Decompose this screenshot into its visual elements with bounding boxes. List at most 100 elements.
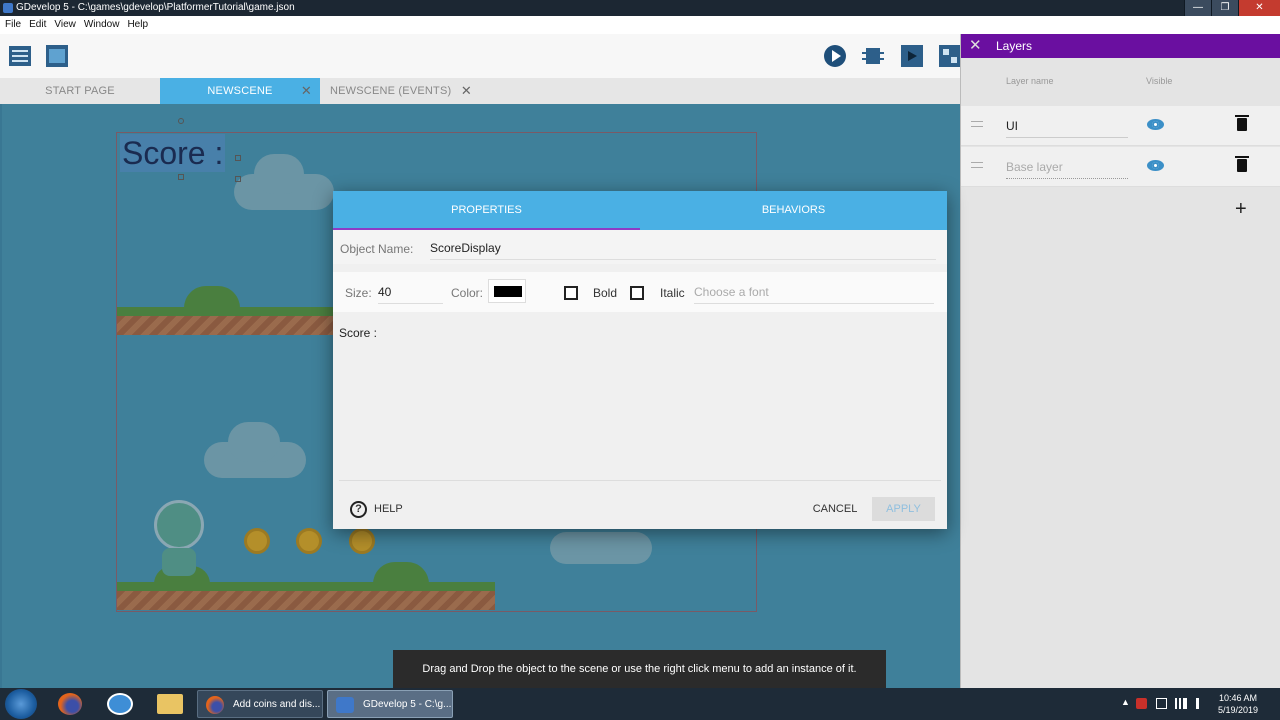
player-character[interactable] xyxy=(154,500,204,550)
system-tray: ▲ 10:46 AM 5/19/2019 xyxy=(1118,688,1280,720)
security-icon[interactable] xyxy=(1156,698,1167,709)
platform-sprite[interactable] xyxy=(117,307,335,335)
help-icon: ? xyxy=(350,500,367,518)
bold-checkbox[interactable] xyxy=(564,286,578,300)
platform-sprite[interactable] xyxy=(117,582,495,612)
volume-icon[interactable] xyxy=(1196,698,1206,709)
firefox-icon[interactable] xyxy=(58,693,82,715)
gdevelop-app-icon xyxy=(3,3,13,13)
visibility-eye-icon[interactable] xyxy=(1147,160,1164,171)
cancel-button[interactable]: CANCEL xyxy=(805,497,865,521)
hint-snackbar: Drag and Drop the object to the scene or… xyxy=(393,650,886,688)
layer-name-field[interactable]: Base layer xyxy=(1006,155,1128,179)
layers-panel-title: Layers xyxy=(996,39,1033,53)
editor-tabs: START PAGE NEWSCENE ✕ NEWSCENE (EVENTS) … xyxy=(0,78,960,104)
italic-label: Italic xyxy=(660,286,685,300)
object-name-field[interactable]: ScoreDisplay xyxy=(430,236,936,260)
tab-start-page[interactable]: START PAGE xyxy=(0,78,160,104)
visibility-eye-icon[interactable] xyxy=(1147,119,1164,130)
layer-name-field[interactable]: UI xyxy=(1006,114,1128,138)
tab-behaviors[interactable]: BEHAVIORS xyxy=(640,191,947,230)
layer-row[interactable]: Base layer xyxy=(961,147,1280,187)
menu-view[interactable]: View xyxy=(54,16,76,34)
menu-file[interactable]: File xyxy=(5,16,21,34)
window-controls: — ❐ ✕ xyxy=(1184,0,1280,16)
menu-bar: File Edit View Window Help xyxy=(0,16,1280,34)
help-label: HELP xyxy=(374,503,403,515)
firefox-icon xyxy=(206,696,224,714)
add-layer-button[interactable]: + xyxy=(1235,198,1247,221)
object-name-row: Object Name: ScoreDisplay xyxy=(333,230,947,264)
dialog-tabs: PROPERTIES BEHAVIORS xyxy=(333,191,947,230)
window-title: GDevelop 5 - C:\games\gdevelop\Platforme… xyxy=(16,2,295,13)
size-field[interactable]: 40 xyxy=(378,280,443,304)
export-icon[interactable] xyxy=(900,44,924,68)
player-body xyxy=(162,548,196,576)
start-button[interactable] xyxy=(5,689,37,719)
apply-button[interactable]: APPLY xyxy=(872,497,935,521)
gdevelop-icon xyxy=(336,697,354,713)
tab-label: NEWSCENE (EVENTS) xyxy=(330,85,452,97)
coin-sprite[interactable] xyxy=(296,528,322,554)
debugger-icon[interactable] xyxy=(861,44,885,68)
coin-sprite[interactable] xyxy=(244,528,270,554)
delete-layer-icon[interactable] xyxy=(1235,115,1249,131)
italic-checkbox[interactable] xyxy=(630,286,644,300)
text-properties-row: Size: 40 Color: Bold Italic Choose a fon… xyxy=(333,272,947,312)
resize-handle[interactable] xyxy=(178,174,184,180)
coin-sprite[interactable] xyxy=(349,528,375,554)
taskbar-app-gdevelop[interactable]: GDevelop 5 - C:\g... xyxy=(327,690,453,718)
score-text-instance[interactable]: Score : xyxy=(120,134,226,172)
help-button[interactable]: ? HELP xyxy=(350,500,403,518)
cloud-sprite xyxy=(228,422,280,462)
tab-properties[interactable]: PROPERTIES xyxy=(333,191,640,230)
scene-editor-icon[interactable] xyxy=(45,44,69,68)
menu-help[interactable]: Help xyxy=(127,16,148,34)
main-toolbar xyxy=(0,34,962,78)
delete-layer-icon[interactable] xyxy=(1235,156,1249,172)
taskbar-app-label: GDevelop 5 - C:\g... xyxy=(363,699,452,710)
messenger-icon[interactable] xyxy=(107,693,133,715)
layer-name-column-header: Layer name xyxy=(1006,76,1054,86)
size-label: Size: xyxy=(345,286,372,300)
color-label: Color: xyxy=(451,286,484,300)
cloud-sprite xyxy=(254,154,304,194)
minimize-button[interactable]: — xyxy=(1184,0,1211,16)
tab-newscene-events[interactable]: NEWSCENE (EVENTS) ✕ xyxy=(320,78,480,104)
signal-icon[interactable] xyxy=(1175,698,1187,709)
taskbar-app-label: Add coins and dis... xyxy=(233,699,321,710)
drag-handle-icon[interactable] xyxy=(971,162,983,168)
tray-clock[interactable]: 10:46 AM 5/19/2019 xyxy=(1218,692,1258,716)
tray-expand-icon[interactable]: ▲ xyxy=(1121,697,1130,707)
project-manager-icon[interactable] xyxy=(8,44,32,68)
resize-handle[interactable] xyxy=(235,155,241,161)
rotate-handle[interactable] xyxy=(178,118,184,124)
preview-play-icon[interactable] xyxy=(823,44,847,68)
font-field[interactable]: Choose a font xyxy=(694,280,934,304)
text-content-field[interactable]: Score : xyxy=(339,326,941,481)
color-swatch[interactable] xyxy=(488,279,526,303)
menu-window[interactable]: Window xyxy=(84,16,120,34)
antivirus-icon[interactable] xyxy=(1136,698,1147,709)
close-tab-icon[interactable]: ✕ xyxy=(301,78,312,104)
tab-newscene[interactable]: NEWSCENE ✕ xyxy=(160,78,320,104)
tray-time: 10:46 AM xyxy=(1219,693,1258,703)
windows-taskbar: Add coins and dis... GDevelop 5 - C:\g..… xyxy=(0,688,1280,720)
menu-edit[interactable]: Edit xyxy=(29,16,46,34)
object-properties-dialog: PROPERTIES BEHAVIORS Object Name: ScoreD… xyxy=(333,191,947,529)
grid-settings-icon[interactable] xyxy=(938,44,962,68)
maximize-button[interactable]: ❐ xyxy=(1211,0,1238,16)
resize-handle[interactable] xyxy=(235,176,241,182)
close-tab-icon[interactable]: ✕ xyxy=(461,78,472,104)
layers-panel: ✕ Layers Layer name Visible UI Base laye… xyxy=(960,34,1280,688)
dialog-footer: ? HELP CANCEL APPLY xyxy=(333,489,947,529)
file-explorer-icon[interactable] xyxy=(157,694,183,714)
window-titlebar: GDevelop 5 - C:\games\gdevelop\Platforme… xyxy=(0,0,1280,16)
layer-row[interactable]: UI xyxy=(961,106,1280,146)
drag-handle-icon[interactable] xyxy=(971,121,983,127)
close-panel-icon[interactable]: ✕ xyxy=(969,34,982,58)
close-window-button[interactable]: ✕ xyxy=(1238,0,1280,16)
cloud-sprite[interactable] xyxy=(550,532,652,564)
taskbar-app-firefox[interactable]: Add coins and dis... xyxy=(197,690,323,718)
object-name-label: Object Name: xyxy=(340,242,414,256)
